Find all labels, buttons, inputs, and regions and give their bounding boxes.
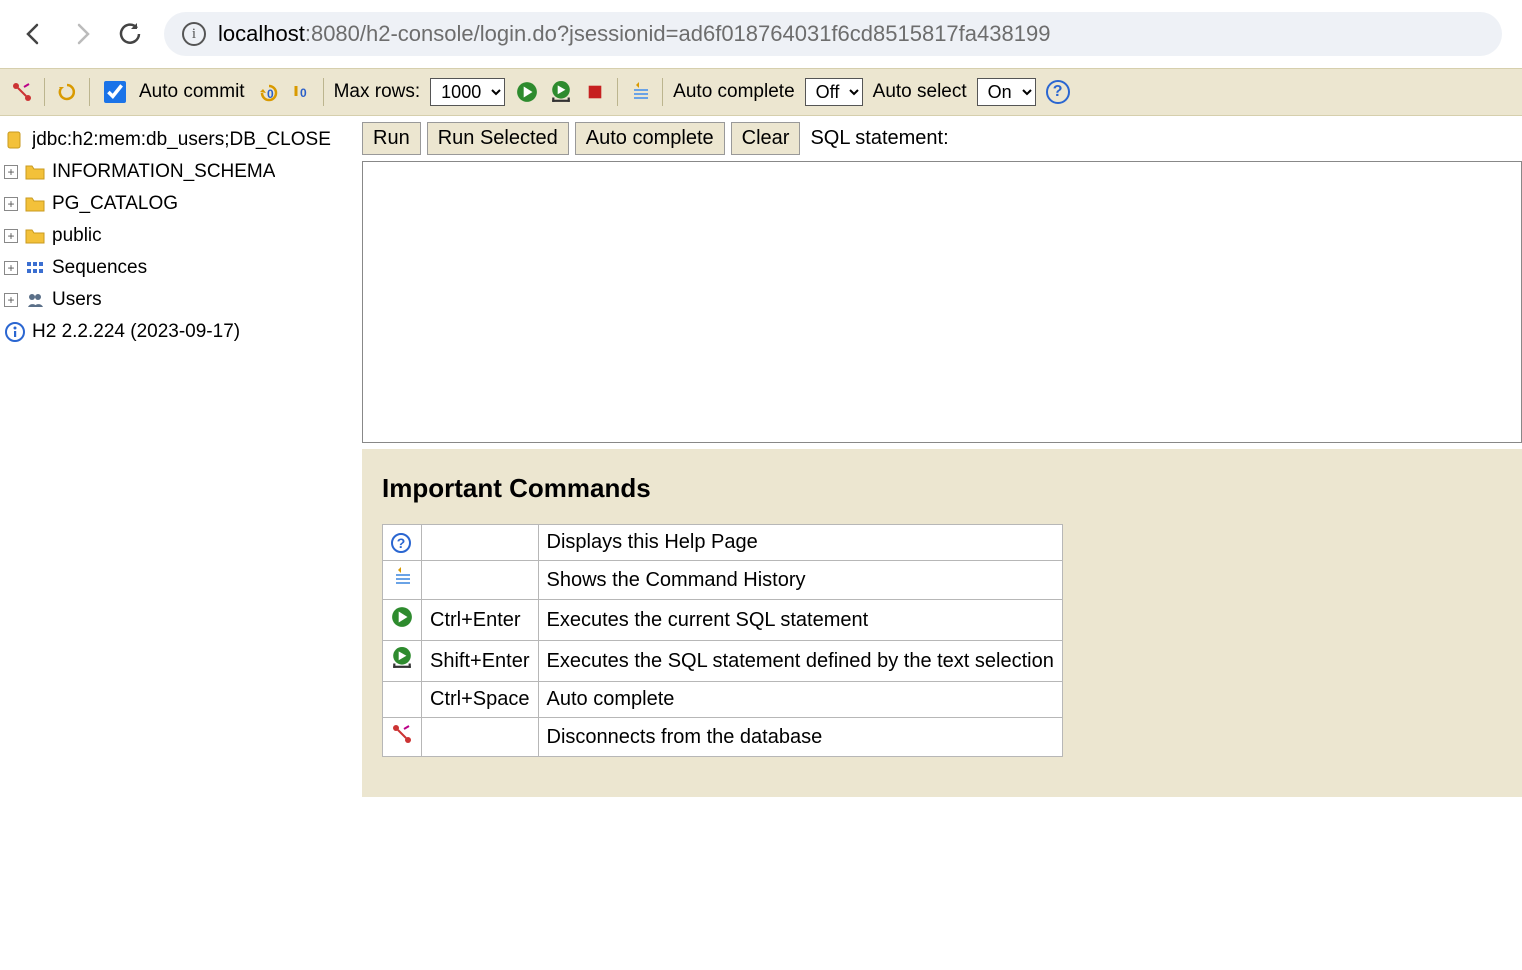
history-icon (392, 570, 412, 592)
auto-select-select[interactable]: On (977, 78, 1036, 106)
refresh-icon[interactable] (55, 80, 79, 104)
command-icon-cell (383, 641, 422, 682)
separator (89, 78, 90, 106)
command-description: Displays this Help Page (538, 525, 1062, 561)
folder-icon (24, 195, 46, 213)
browser-bar: i localhost:8080/h2-console/login.do?jse… (0, 0, 1522, 68)
tree-item[interactable]: + PG_CATALOG (4, 188, 358, 220)
tree-item-label: INFORMATION_SCHEMA (52, 161, 275, 183)
disconnect-icon[interactable] (10, 80, 34, 104)
expand-icon[interactable]: + (4, 165, 18, 179)
separator (44, 78, 45, 106)
command-description: Disconnects from the database (538, 718, 1062, 757)
expand-icon[interactable]: + (4, 293, 18, 307)
run-selected-icon (391, 652, 413, 674)
command-row: ? Displays this Help Page (383, 525, 1063, 561)
auto-complete-label: Auto complete (673, 81, 794, 103)
sidebar-tree: jdbc:h2:mem:db_users;DB_CLOSE + INFORMATI… (0, 116, 362, 797)
command-icon-cell (383, 682, 422, 718)
help-heading: Important Commands (382, 473, 1502, 504)
command-row: Shift+EnterExecutes the SQL statement de… (383, 641, 1063, 682)
sequences-icon (24, 259, 46, 277)
sql-statement-label: SQL statement: (810, 127, 948, 150)
results-area: Important Commands ? Displays this Help P… (362, 449, 1522, 797)
command-icon-cell (383, 600, 422, 641)
site-info-icon[interactable]: i (182, 22, 206, 46)
max-rows-label: Max rows: (334, 81, 421, 103)
command-icon-cell (383, 561, 422, 600)
tree-item-label: PG_CATALOG (52, 193, 178, 215)
auto-complete-select[interactable]: Off (805, 78, 863, 106)
url-host: localhost (218, 21, 305, 46)
url-bar[interactable]: i localhost:8080/h2-console/login.do?jse… (164, 12, 1502, 56)
separator (323, 78, 324, 106)
db-url-row[interactable]: jdbc:h2:mem:db_users;DB_CLOSE (4, 124, 358, 156)
expand-icon[interactable]: + (4, 229, 18, 243)
database-icon (4, 131, 26, 149)
forward-button[interactable] (68, 20, 96, 48)
auto-select-label: Auto select (873, 81, 967, 103)
command-row: Ctrl+EnterExecutes the current SQL state… (383, 600, 1063, 641)
expand-icon[interactable]: + (4, 261, 18, 275)
command-row: Shows the Command History (383, 561, 1063, 600)
command-shortcut (422, 561, 539, 600)
version-row: H2 2.2.224 (2023-09-17) (4, 316, 358, 348)
command-icon-cell: ? (383, 525, 422, 561)
url-text: localhost:8080/h2-console/login.do?jsess… (218, 21, 1050, 47)
tree-item[interactable]: + public (4, 220, 358, 252)
clear-button[interactable]: Clear (731, 122, 801, 155)
command-shortcut: Ctrl+Enter (422, 600, 539, 641)
command-description: Shows the Command History (538, 561, 1062, 600)
commit-icon[interactable] (289, 80, 313, 104)
tree-item-label: public (52, 225, 102, 247)
tree-item[interactable]: + INFORMATION_SCHEMA (4, 156, 358, 188)
disconnect-icon (392, 727, 412, 749)
run-button[interactable]: Run (362, 122, 421, 155)
h2-toolbar: Auto commit Max rows: 1000 Auto complete… (0, 68, 1522, 116)
sql-panel: Run Run Selected Auto complete Clear SQL… (362, 116, 1522, 797)
tree-item[interactable]: + Users (4, 284, 358, 316)
url-rest: :8080/h2-console/login.do?jsessionid=ad6… (305, 21, 1051, 46)
users-icon (24, 291, 46, 309)
tree-item-label: Sequences (52, 257, 147, 279)
rollback-icon[interactable] (255, 80, 279, 104)
folder-icon (24, 163, 46, 181)
back-button[interactable] (20, 20, 48, 48)
tree-item[interactable]: + Sequences (4, 252, 358, 284)
folder-icon (24, 227, 46, 245)
command-icon-cell (383, 718, 422, 757)
separator (662, 78, 663, 106)
command-row: Disconnects from the database (383, 718, 1063, 757)
info-icon (4, 323, 26, 341)
version-text: H2 2.2.224 (2023-09-17) (32, 321, 240, 343)
max-rows-select[interactable]: 1000 (430, 78, 505, 106)
sql-input[interactable] (362, 161, 1522, 443)
auto-commit-checkbox[interactable] (104, 81, 126, 103)
command-shortcut (422, 718, 539, 757)
autocomplete-button[interactable]: Auto complete (575, 122, 725, 155)
command-shortcut: Ctrl+Space (422, 682, 539, 718)
db-url-text: jdbc:h2:mem:db_users;DB_CLOSE (32, 129, 331, 151)
tree-item-label: Users (52, 289, 102, 311)
help-icon[interactable]: ? (1046, 80, 1070, 104)
stop-icon[interactable] (583, 80, 607, 104)
run-selected-button[interactable]: Run Selected (427, 122, 569, 155)
commands-table: ? Displays this Help PageShows the Comman… (382, 524, 1063, 757)
command-shortcut: Shift+Enter (422, 641, 539, 682)
command-description: Executes the current SQL statement (538, 600, 1062, 641)
command-description: Auto complete (538, 682, 1062, 718)
reload-button[interactable] (116, 20, 144, 48)
run-selected-icon[interactable] (549, 80, 573, 104)
help-icon: ? (391, 533, 413, 553)
command-row: Ctrl+SpaceAuto complete (383, 682, 1063, 718)
expand-icon[interactable]: + (4, 197, 18, 211)
command-description: Executes the SQL statement defined by th… (538, 641, 1062, 682)
separator (617, 78, 618, 106)
run-icon[interactable] (515, 80, 539, 104)
command-shortcut (422, 525, 539, 561)
run-icon (391, 611, 413, 633)
auto-commit-label: Auto commit (139, 81, 245, 103)
history-icon[interactable] (628, 80, 652, 104)
sql-button-row: Run Run Selected Auto complete Clear SQL… (362, 116, 1522, 161)
